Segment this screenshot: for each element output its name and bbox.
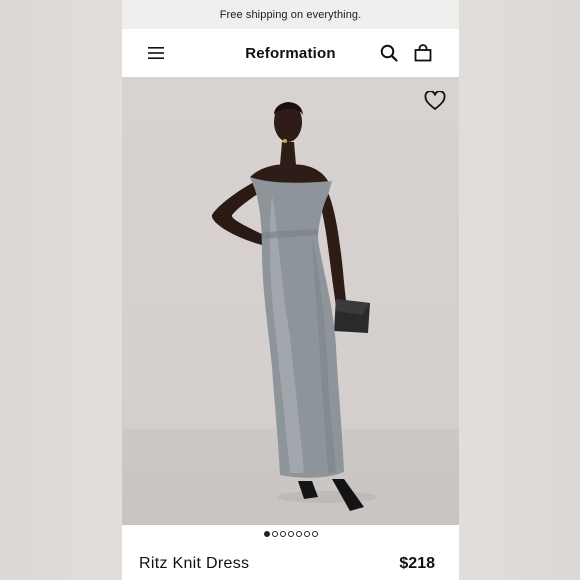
- heart-outline-icon[interactable]: [424, 90, 446, 111]
- carousel-dot[interactable]: [303, 531, 310, 537]
- shopping-bag-icon[interactable]: [414, 44, 432, 62]
- search-icon[interactable]: [380, 44, 398, 62]
- carousel-dot[interactable]: [279, 531, 286, 537]
- carousel-dot[interactable]: [287, 531, 294, 537]
- site-header: Reformation: [122, 29, 459, 77]
- product-name[interactable]: Ritz Knit Dress: [139, 555, 249, 573]
- promo-banner: Free shipping on everything.: [122, 0, 459, 29]
- mobile-screen: Free shipping on everything. Reformation: [122, 0, 459, 580]
- carousel-dot[interactable]: [263, 531, 270, 537]
- promo-text: Free shipping on everything.: [219, 8, 362, 21]
- product-image[interactable]: [122, 77, 459, 525]
- product-info: Ritz Knit Dress $218: [139, 555, 435, 573]
- carousel-dot[interactable]: [295, 531, 302, 537]
- brand-logo[interactable]: Reformation: [122, 45, 459, 62]
- product-price: $218: [399, 555, 435, 572]
- carousel-dot[interactable]: [311, 531, 318, 537]
- carousel-dot[interactable]: [271, 531, 278, 537]
- model-figure: [211, 102, 377, 511]
- carousel-indicator: [122, 531, 459, 537]
